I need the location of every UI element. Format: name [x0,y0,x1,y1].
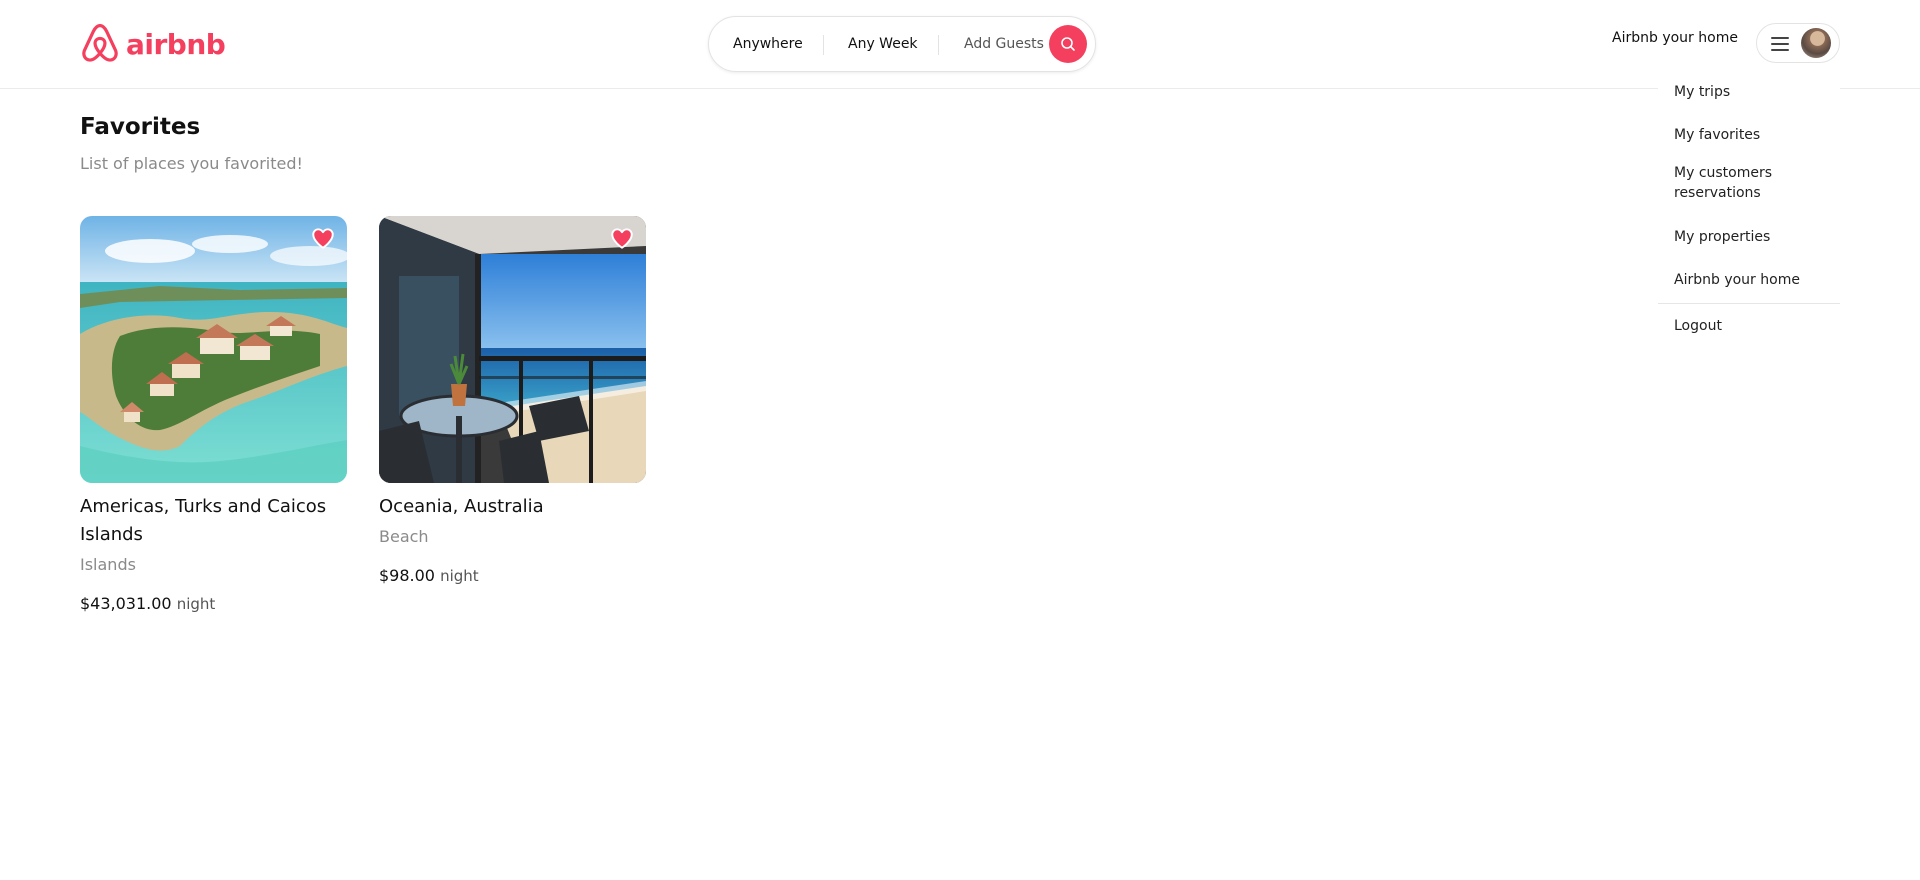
menu-item-my-trips[interactable]: My trips [1658,72,1840,112]
page-subtitle: List of places you favorited! [80,154,303,173]
user-menu-button[interactable] [1756,23,1840,63]
listing-price: $98.00 [379,566,435,585]
menu-item-my-customers-reservations[interactable]: My customers reservations [1658,158,1840,216]
listing-image[interactable] [80,216,347,483]
listing-card[interactable]: Oceania, Australia Beach $98.00 night [379,216,646,585]
search-when[interactable]: Any Week [848,17,918,71]
menu-item-logout[interactable]: Logout [1658,304,1840,348]
listing-price-unit: night [176,595,216,613]
search-where[interactable]: Anywhere [733,17,803,71]
favorite-heart-button[interactable] [310,225,336,251]
menu-item-airbnb-your-home[interactable]: Airbnb your home [1658,260,1840,303]
user-dropdown-menu: My trips My favorites My customers reser… [1658,72,1840,348]
search-guests[interactable]: Add Guests [964,17,1044,71]
page-title: Favorites [80,114,201,140]
search-icon [1061,37,1075,51]
navbar: airbnb Anywhere Any Week Add Guests Airb… [0,0,1920,89]
airbnb-logo[interactable]: airbnb [80,23,226,64]
listing-image[interactable] [379,216,646,483]
listing-price-unit: night [440,567,479,585]
menu-item-my-favorites[interactable]: My favorites [1658,112,1840,158]
listing-price: $43,031.00 [80,594,172,613]
avatar [1801,28,1831,58]
search-button[interactable] [1049,25,1087,63]
listing-category: Beach [379,527,429,546]
listing-category: Islands [80,555,136,574]
search-divider [938,35,939,55]
listing-photo-island [80,216,347,483]
listing-photo-balcony [379,216,646,483]
listing-card[interactable]: Americas, Turks and Caicos Islands Islan… [80,216,347,613]
heart-icon [312,228,334,249]
menu-item-my-properties[interactable]: My properties [1658,216,1840,260]
airbnb-logo-icon [82,23,118,62]
search-bar[interactable]: Anywhere Any Week Add Guests [708,16,1096,72]
listing-price-row: $43,031.00 night [80,594,347,613]
listing-title: Oceania, Australia [379,496,544,517]
host-link[interactable]: Airbnb your home [1612,30,1738,46]
hamburger-icon [1771,37,1789,51]
search-divider [823,35,824,55]
heart-icon [611,228,633,249]
listing-price-row: $98.00 night [379,566,646,585]
favorite-heart-button[interactable] [609,225,635,251]
listing-title: Americas, Turks and Caicos Islands [80,496,327,545]
brand-name: airbnb [126,27,226,61]
